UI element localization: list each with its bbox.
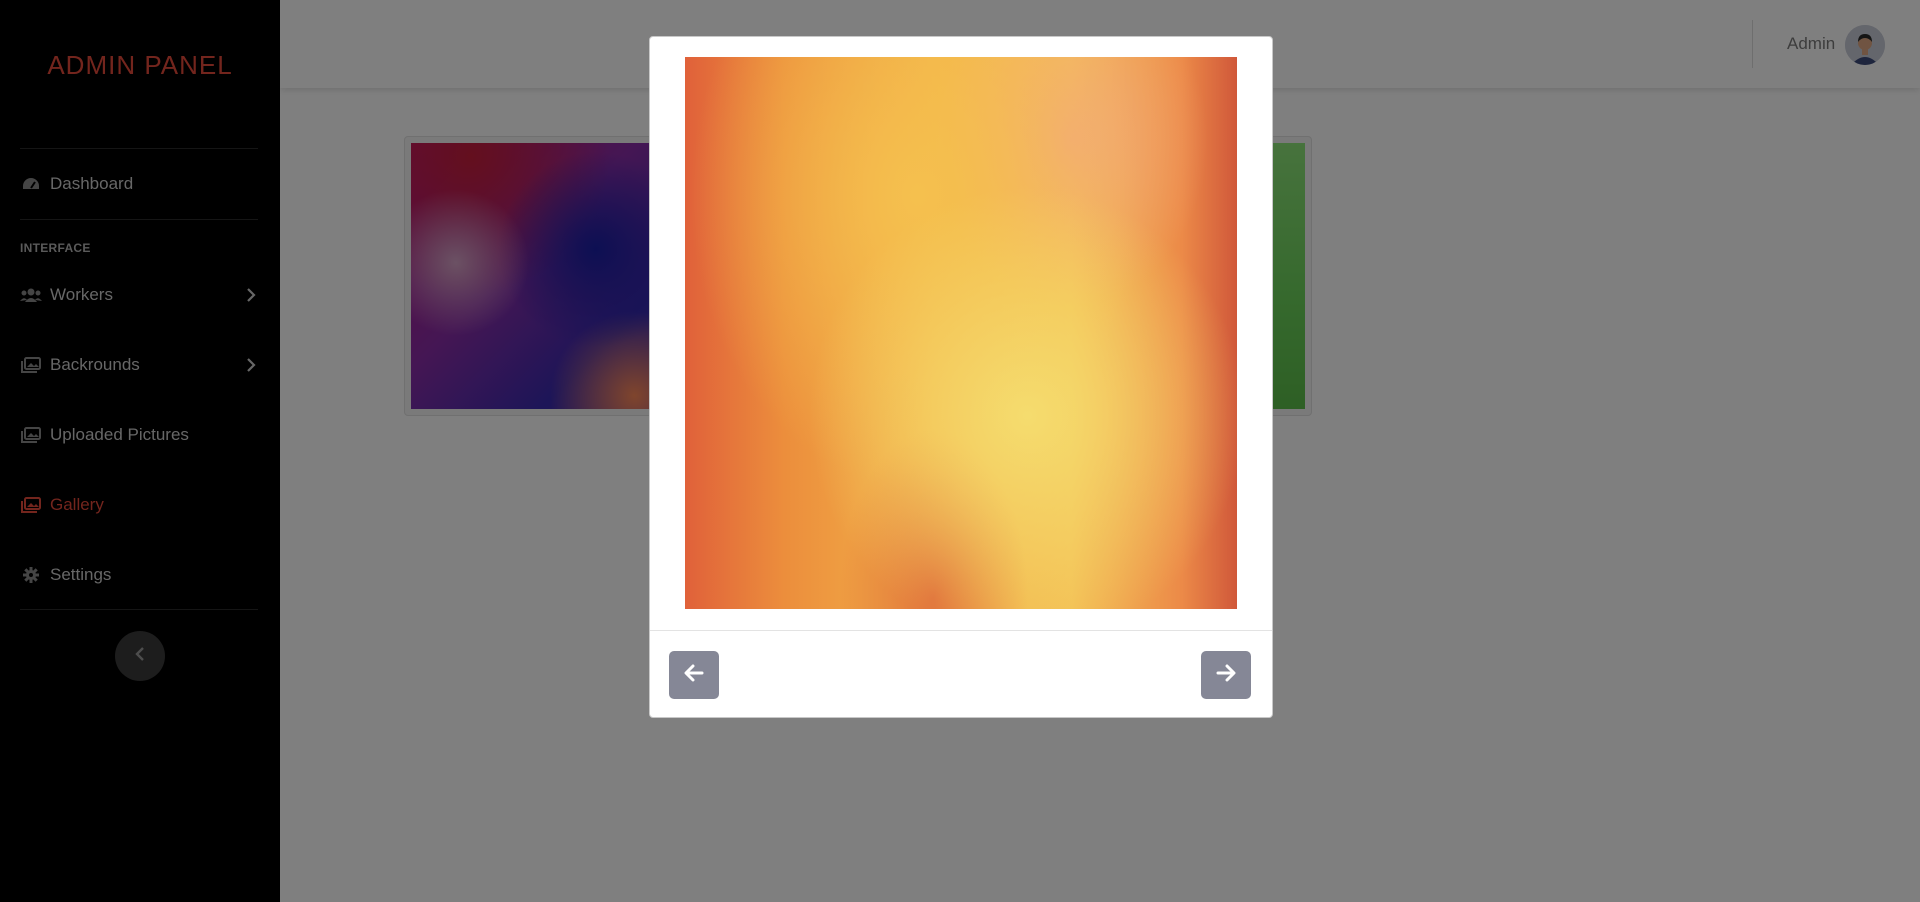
arrow-right-icon: [1216, 664, 1236, 687]
previous-image-button[interactable]: [669, 651, 719, 699]
modal-footer-divider: [650, 630, 1272, 631]
modal-image: [685, 57, 1237, 609]
image-viewer-modal: [649, 36, 1273, 718]
next-image-button[interactable]: [1201, 651, 1251, 699]
arrow-left-icon: [684, 664, 704, 687]
